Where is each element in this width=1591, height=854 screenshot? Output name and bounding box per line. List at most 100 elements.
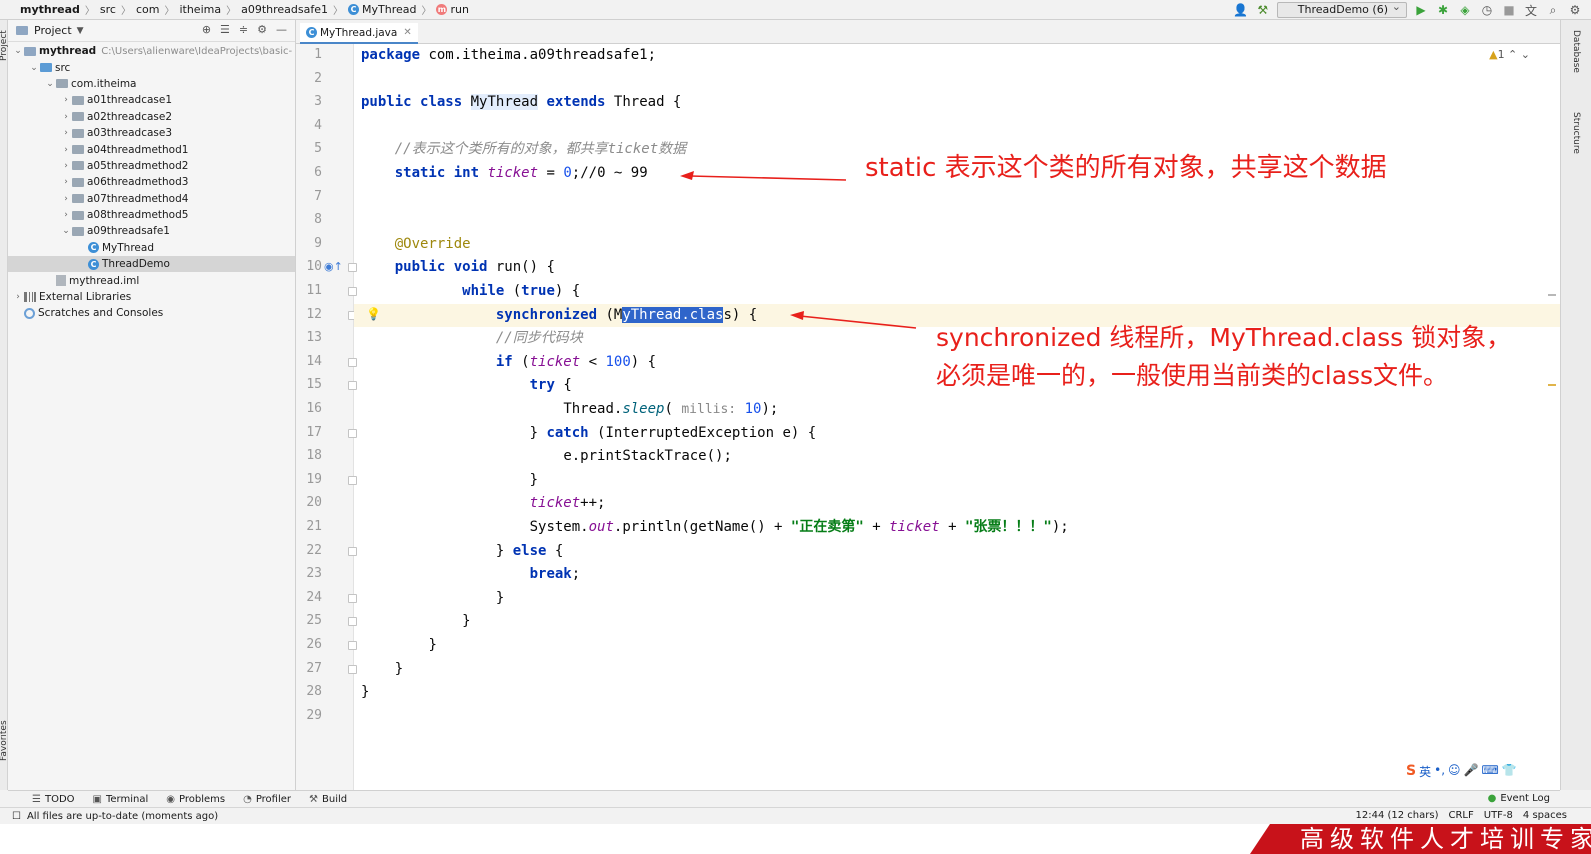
chevron-right-icon[interactable]: ›: [60, 177, 72, 187]
tree-item[interactable]: › a02threadcase2: [8, 109, 295, 125]
breadcrumb-method[interactable]: m run: [432, 3, 472, 16]
line-number[interactable]: 10: [300, 259, 322, 274]
breadcrumb-com[interactable]: com: [132, 3, 164, 16]
close-icon[interactable]: ✕: [403, 27, 411, 38]
chevron-down-icon[interactable]: ⌄: [12, 46, 24, 56]
line-number[interactable]: 15: [300, 377, 322, 392]
debug-icon[interactable]: ✱: [1435, 3, 1451, 17]
line-number[interactable]: 2: [300, 71, 322, 86]
line-number[interactable]: 28: [300, 684, 322, 699]
expand-all-icon[interactable]: ☰: [220, 23, 230, 36]
line-number[interactable]: 6: [300, 165, 322, 180]
project-view-title[interactable]: Project: [34, 24, 72, 37]
line-number[interactable]: 3: [300, 94, 322, 109]
fold-marker[interactable]: [348, 641, 357, 650]
line-number[interactable]: 5: [300, 141, 322, 156]
build-tool-button[interactable]: ⚒ Build: [309, 794, 347, 805]
code-line[interactable]: break;: [530, 563, 581, 587]
tree-item[interactable]: › a01threadcase1: [8, 92, 295, 108]
code-line[interactable]: }: [462, 610, 470, 634]
problems-tool-button[interactable]: ◉ Problems: [166, 794, 225, 805]
chevron-right-icon[interactable]: ›: [60, 145, 72, 155]
coverage-icon[interactable]: ◈: [1457, 3, 1473, 17]
caret-position[interactable]: 12:44 (12 chars): [1355, 810, 1438, 821]
code-line[interactable]: //表示这个类所有的对象，都共享ticket数据: [395, 138, 686, 162]
chevron-right-icon[interactable]: ›: [60, 210, 72, 220]
code-line[interactable]: }: [361, 681, 369, 705]
todo-tool-button[interactable]: ☰ TODO: [32, 794, 75, 805]
tree-item[interactable]: › a08threadmethod5: [8, 207, 295, 223]
code-line[interactable]: public class MyThread extends Thread {: [361, 91, 681, 115]
profiler-tool-button[interactable]: ◔ Profiler: [243, 794, 291, 805]
tree-item[interactable]: › a04threadmethod1: [8, 141, 295, 157]
line-number[interactable]: 9: [300, 236, 322, 251]
stop-icon[interactable]: ■: [1501, 3, 1517, 17]
code-line[interactable]: while (true) {: [462, 280, 580, 304]
line-number[interactable]: 24: [300, 590, 322, 605]
collapse-all-icon[interactable]: ≑: [239, 23, 248, 36]
chevron-down-icon[interactable]: ⌄: [44, 79, 56, 89]
chevron-right-icon[interactable]: ›: [60, 161, 72, 171]
fold-marker[interactable]: [348, 428, 357, 438]
code-line[interactable]: static int ticket = 0;//0 ~ 99: [395, 162, 648, 186]
indent-setting[interactable]: 4 spaces: [1523, 810, 1567, 821]
ime-language[interactable]: 英: [1419, 763, 1431, 780]
ime-punct-icon[interactable]: •,: [1434, 763, 1445, 780]
build-hammer-icon[interactable]: ⚒: [1255, 3, 1271, 17]
profile-icon[interactable]: ◷: [1479, 3, 1495, 17]
tree-item[interactable]: mythread.iml: [8, 272, 295, 288]
code-line[interactable]: }: [496, 587, 504, 611]
line-number[interactable]: 4: [300, 118, 322, 133]
breadcrumb-itheima[interactable]: itheima: [175, 3, 225, 16]
tree-root[interactable]: ⌄ mythread C:\Users\alienware\IdeaProjec…: [8, 43, 295, 59]
run-config-select[interactable]: ThreadDemo (6): [1276, 0, 1407, 18]
code-line[interactable]: } catch (InterruptedException e) {: [530, 422, 817, 446]
fold-marker[interactable]: [348, 287, 357, 296]
line-number[interactable]: 26: [300, 637, 322, 652]
tree-item[interactable]: › External Libraries: [8, 289, 295, 305]
chevron-down-icon[interactable]: ▼: [77, 26, 84, 36]
line-number[interactable]: 12: [300, 307, 322, 322]
code-line[interactable]: }: [530, 469, 538, 493]
line-number[interactable]: 18: [300, 448, 322, 463]
tree-item[interactable]: › a05threadmethod2: [8, 158, 295, 174]
code-line[interactable]: if (ticket < 100) {: [496, 351, 656, 375]
translate-icon[interactable]: 文: [1523, 2, 1539, 19]
code-line[interactable]: e.printStackTrace();: [563, 445, 732, 469]
scrollbar-marker[interactable]: [1548, 384, 1556, 386]
event-log-button[interactable]: ● Event Log: [1488, 793, 1550, 804]
chevron-right-icon[interactable]: ›: [60, 194, 72, 204]
tree-item[interactable]: › a07threadmethod4: [8, 191, 295, 207]
scrollbar-marker[interactable]: [1548, 294, 1556, 296]
fold-marker[interactable]: [348, 546, 357, 556]
chevron-right-icon[interactable]: ›: [60, 95, 72, 105]
fold-marker[interactable]: [348, 381, 357, 391]
line-number[interactable]: 14: [300, 354, 322, 369]
chevron-down-icon[interactable]: ⌄: [28, 63, 40, 73]
gear-icon[interactable]: ⚙: [257, 23, 267, 36]
run-icon[interactable]: ▶: [1413, 3, 1429, 17]
user-icon[interactable]: 👤: [1233, 3, 1249, 17]
code-line[interactable]: try {: [530, 374, 572, 398]
tree-item[interactable]: › a06threadmethod3: [8, 174, 295, 190]
line-number[interactable]: 7: [300, 189, 322, 204]
search-icon[interactable]: ⌕: [1545, 3, 1561, 18]
line-number[interactable]: 8: [300, 212, 322, 227]
emoji-icon[interactable]: ☺: [1448, 763, 1461, 780]
line-number[interactable]: 17: [300, 425, 322, 440]
code-editor[interactable]: 1 2 3 4 5 6 7 8 9 10 11 12 13 14 15 16 17 18 19 20 21 22 23 24 2…: [296, 44, 1560, 790]
fold-marker[interactable]: [348, 593, 357, 603]
ime-toolbar[interactable]: S 英 •, ☺ 🎤 ⌨ 👕: [1406, 763, 1517, 780]
code-line[interactable]: } else {: [496, 540, 563, 564]
fold-marker[interactable]: [348, 357, 357, 367]
settings-icon[interactable]: ⚙: [1567, 3, 1583, 17]
line-separator[interactable]: CRLF: [1448, 810, 1473, 821]
line-number[interactable]: 11: [300, 283, 322, 298]
line-number[interactable]: 22: [300, 543, 322, 558]
line-number[interactable]: 20: [300, 495, 322, 510]
tree-item[interactable]: C ThreadDemo: [8, 256, 295, 273]
lightbulb-icon[interactable]: 💡: [366, 307, 381, 321]
tree-item[interactable]: C MyThread: [8, 240, 295, 256]
fold-marker[interactable]: [348, 263, 357, 273]
code-line[interactable]: public void run() {: [395, 256, 555, 280]
